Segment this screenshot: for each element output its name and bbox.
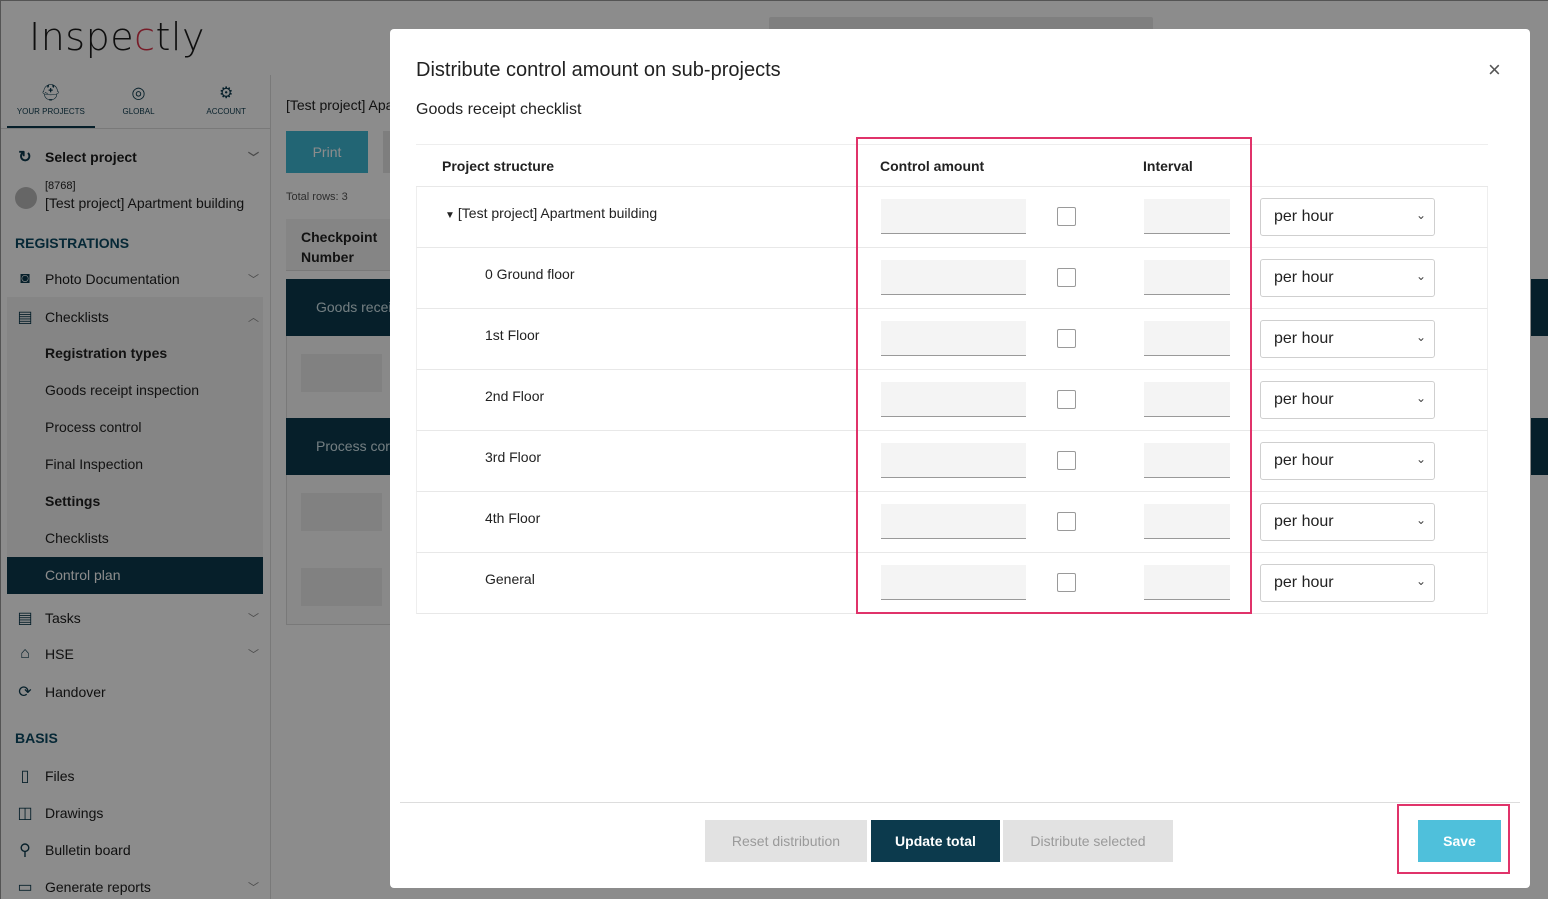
row-name[interactable]: ▼ [Test project] Apartment building [445,205,657,221]
reset-distribution-button[interactable]: Reset distribution [705,820,867,862]
interval-unit-value: per hour [1274,208,1334,225]
row-name-label: [Test project] Apartment building [457,205,658,221]
row-name: 0 Ground floor [485,266,575,282]
column-project-structure: Project structure [442,158,555,174]
distribute-selected-button[interactable]: Distribute selected [1003,820,1173,862]
distribute-modal: Distribute control amount on sub-project… [390,29,1530,888]
modal-title: Distribute control amount on sub-project… [416,59,781,81]
footer-divider [400,802,1520,803]
interval-unit-value: per hour [1274,574,1334,591]
modal-subtitle: Goods receipt checklist [416,101,582,118]
chevron-down-icon: ⌄ [1415,513,1426,527]
chevron-down-icon: ⌄ [1415,391,1426,405]
highlight-box-amount-interval [856,137,1252,614]
interval-unit-select[interactable]: per hour ⌄ [1260,320,1435,358]
interval-unit-value: per hour [1274,391,1334,408]
interval-unit-select[interactable]: per hour ⌄ [1260,564,1435,602]
chevron-down-icon: ⌄ [1415,269,1426,283]
interval-unit-select[interactable]: per hour ⌄ [1260,503,1435,541]
row-name: 4th Floor [485,510,541,526]
interval-unit-value: per hour [1274,269,1334,286]
chevron-down-icon: ⌄ [1415,330,1426,344]
interval-unit-select[interactable]: per hour ⌄ [1260,198,1435,236]
chevron-down-icon: ⌄ [1415,208,1426,222]
interval-unit-select[interactable]: per hour ⌄ [1260,259,1435,297]
interval-unit-select[interactable]: per hour ⌄ [1260,442,1435,480]
row-name: General [485,571,535,587]
row-name: 2nd Floor [485,388,545,404]
interval-unit-value: per hour [1274,513,1334,530]
caret-down-icon[interactable]: ▼ [445,210,455,221]
interval-unit-select[interactable]: per hour ⌄ [1260,381,1435,419]
close-icon[interactable]: × [1488,57,1501,83]
interval-unit-value: per hour [1274,452,1334,469]
highlight-box-save [1397,804,1510,874]
interval-unit-value: per hour [1274,330,1334,347]
row-name: 3rd Floor [485,449,542,465]
chevron-down-icon: ⌄ [1415,452,1426,466]
row-name: 1st Floor [485,327,540,343]
update-total-button[interactable]: Update total [871,820,1000,862]
chevron-down-icon: ⌄ [1415,574,1426,588]
